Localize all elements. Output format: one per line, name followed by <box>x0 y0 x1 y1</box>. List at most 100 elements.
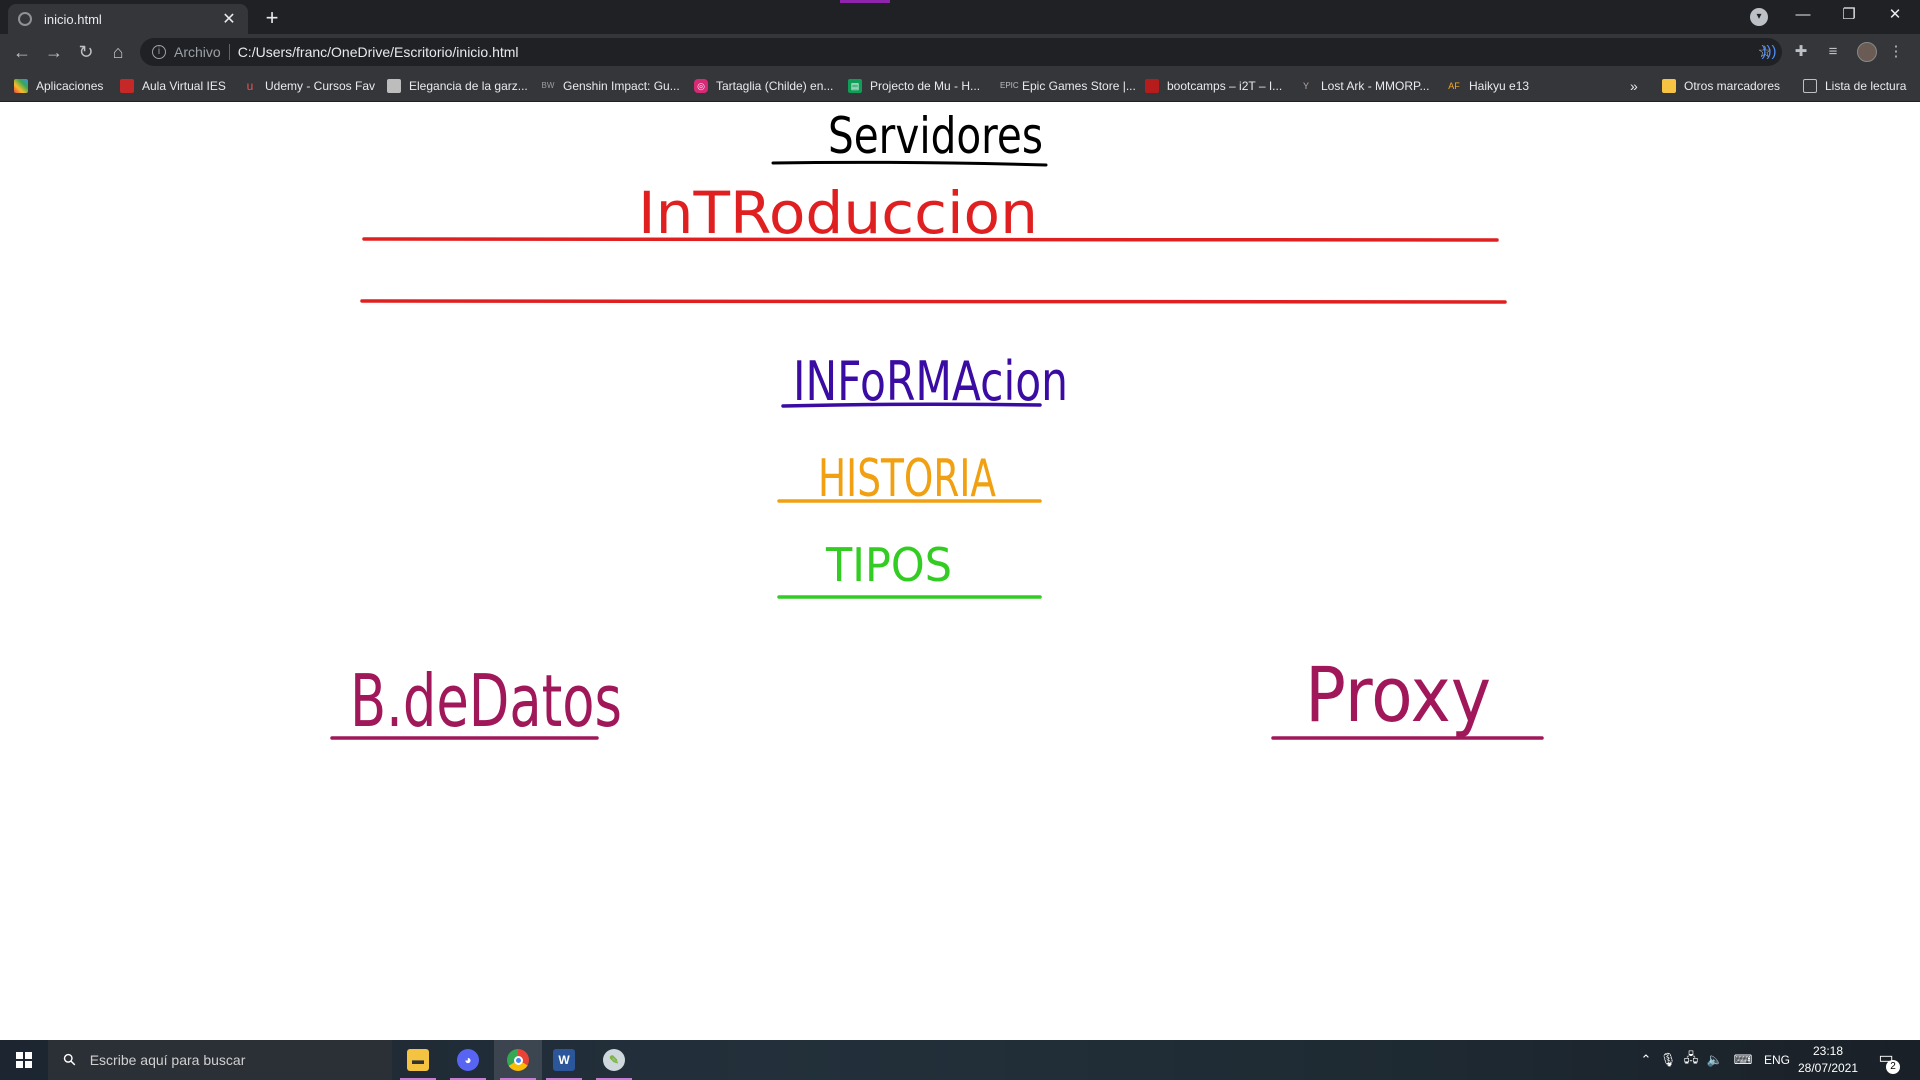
forward-arrow-icon[interactable]: → <box>40 38 68 66</box>
tab-title: inicio.html <box>44 11 102 27</box>
types-link[interactable]: TIPOS <box>825 538 952 592</box>
info-underline <box>781 402 1042 408</box>
bootcamp-icon <box>1145 79 1159 93</box>
search-icon: ⚲ <box>60 1050 81 1071</box>
browser-title-bar: inicio.html ✕ + ▾ — ❐ ✕ <box>0 0 1920 34</box>
clock-date: 28/07/2021 <box>1797 1061 1859 1075</box>
databases-link[interactable]: B.deDatos <box>350 659 622 743</box>
windows-taskbar: ⚲ Escribe aquí para buscar ▬ ◕ W ✎ ⌃ 🎙 🖧… <box>0 1040 1920 1080</box>
discord-icon: ◕ <box>457 1049 479 1071</box>
notifications-badge: 2 <box>1886 1060 1900 1074</box>
sheets-icon: ▤ <box>848 79 862 93</box>
word-button[interactable]: W <box>540 1040 588 1080</box>
bookmark-projecto-mu[interactable]: ▤ Projecto de Mu - H... <box>848 77 980 95</box>
intro-link[interactable]: InTRoduccion <box>638 179 1038 247</box>
back-arrow-icon[interactable]: ← <box>8 38 36 66</box>
profile-avatar[interactable] <box>1857 42 1877 62</box>
bookmark-haikyu[interactable]: AF Haikyu e13 <box>1447 77 1529 95</box>
network-icon[interactable]: 🖧 <box>1680 1040 1702 1080</box>
close-window-button[interactable]: ✕ <box>1872 0 1918 30</box>
bookmark-epic-games[interactable]: EPIC Epic Games Store |... <box>1000 77 1136 95</box>
start-button[interactable] <box>0 1040 48 1080</box>
word-icon: W <box>553 1049 575 1071</box>
minimize-button[interactable]: — <box>1780 0 1826 30</box>
epic-icon: EPIC <box>1000 81 1019 90</box>
reading-list-icon <box>1803 79 1817 93</box>
apps-grid-icon <box>14 79 28 93</box>
page-title: Servidores <box>828 107 1043 165</box>
tray-chevron-up-icon[interactable]: ⌃ <box>1636 1040 1656 1080</box>
lostark-icon: Y <box>1302 81 1309 91</box>
bookmarks-overflow-icon[interactable]: » <box>1630 77 1638 95</box>
bookmark-label: Aplicaciones <box>36 79 104 93</box>
bookmark-lost-ark[interactable]: Y Lost Ark - MMORP... <box>1299 77 1429 95</box>
bw-icon: BW <box>541 81 555 90</box>
intro-divider <box>360 299 1507 304</box>
tab-inicio[interactable]: inicio.html ✕ <box>8 4 248 34</box>
extensions-puzzle-icon[interactable]: ✚ <box>1791 42 1811 62</box>
bookmark-tartaglia[interactable]: ◎ Tartaglia (Childe) en... <box>694 77 833 95</box>
other-bookmarks-label: Otros marcadores <box>1684 79 1781 93</box>
proxy-link[interactable]: Proxy <box>1305 650 1491 739</box>
bookmark-label: Lost Ark - MMORP... <box>1321 79 1430 93</box>
search-placeholder: Escribe aquí para buscar <box>89 1052 246 1068</box>
taskbar-search[interactable]: ⚲ Escribe aquí para buscar <box>48 1040 392 1080</box>
windows-logo-icon <box>16 1052 32 1068</box>
bookmark-aplicaciones[interactable]: Aplicaciones <box>14 77 103 95</box>
reload-icon[interactable]: ↻ <box>72 38 100 66</box>
file-explorer-button[interactable]: ▬ <box>394 1040 442 1080</box>
restore-button[interactable]: ❐ <box>1826 0 1872 30</box>
reading-list-label: Lista de lectura <box>1825 79 1907 93</box>
intro-underline <box>362 237 1499 242</box>
new-tab-button[interactable]: + <box>258 4 286 32</box>
system-clock[interactable]: 23:18 28/07/2021 <box>1788 1043 1868 1077</box>
tab-close-icon[interactable]: ✕ <box>220 9 238 29</box>
discord-button[interactable]: ◕ <box>444 1040 492 1080</box>
paint-button[interactable]: ✎ <box>590 1040 638 1080</box>
volume-icon[interactable]: 🔈 <box>1704 1040 1726 1080</box>
bookmark-label: bootcamps – i2T – I... <box>1167 79 1283 93</box>
bookmark-udemy[interactable]: u Udemy - Cursos Fav <box>243 77 375 95</box>
menu-dots-icon[interactable]: ⋮ <box>1886 42 1906 62</box>
chrome-button[interactable] <box>494 1040 542 1080</box>
page-canvas: Servidores InTRoduccion INFoRMAcion HIST… <box>0 103 1920 1040</box>
address-url[interactable]: C:/Users/franc/OneDrive/Escritorio/inici… <box>238 44 519 60</box>
folder-icon <box>1662 79 1676 93</box>
udemy-icon: u <box>246 79 254 93</box>
bookmark-label: Aula Virtual IES <box>142 79 226 93</box>
media-queue-icon[interactable]: ≡ <box>1823 42 1843 62</box>
chrome-icon <box>507 1049 529 1071</box>
tab-search-icon[interactable]: ▾ <box>1750 8 1768 26</box>
bookmarks-bar: Aplicaciones Aula Virtual IES u Udemy - … <box>0 70 1920 102</box>
bookmark-elegancia[interactable]: Elegancia de la garz... <box>387 77 528 95</box>
extension-signal-icon[interactable]: ))) <box>1759 42 1779 62</box>
keyboard-icon[interactable]: ⌨ <box>1730 1040 1756 1080</box>
bookmark-label: Epic Games Store |... <box>1022 79 1136 93</box>
af-icon: AF <box>1448 81 1460 91</box>
drawing-svg: Servidores InTRoduccion INFoRMAcion HIST… <box>330 107 1544 743</box>
browser-toolbar: ← → ↻ ⌂ i Archivo C:/Users/franc/OneDriv… <box>0 34 1920 70</box>
bookmark-aula-virtual[interactable]: Aula Virtual IES <box>120 77 226 95</box>
bookmark-label: Tartaglia (Childe) en... <box>716 79 834 93</box>
address-bar[interactable]: i Archivo C:/Users/franc/OneDrive/Escrit… <box>140 38 1782 66</box>
microphone-icon[interactable]: 🎙 <box>1658 1040 1678 1080</box>
accent-mark <box>840 0 890 3</box>
image-icon <box>387 79 401 93</box>
other-bookmarks-folder[interactable]: Otros marcadores <box>1662 77 1780 95</box>
bookmark-label: Projecto de Mu - H... <box>870 79 981 93</box>
ies-icon <box>120 79 134 93</box>
bookmark-label: Elegancia de la garz... <box>409 79 528 93</box>
home-icon[interactable]: ⌂ <box>104 38 132 66</box>
bookmark-label: Genshin Impact: Gu... <box>563 79 680 93</box>
info-icon[interactable]: i <box>152 45 166 59</box>
instagram-icon: ◎ <box>694 79 708 93</box>
bookmark-genshin[interactable]: BW Genshin Impact: Gu... <box>541 77 680 95</box>
bookmark-bootcamps[interactable]: bootcamps – i2T – I... <box>1145 77 1282 95</box>
reading-list-button[interactable]: Lista de lectura <box>1803 77 1906 95</box>
bookmark-label: Udemy - Cursos Fav <box>265 79 376 93</box>
paint-icon: ✎ <box>603 1049 625 1071</box>
clock-time: 23:18 <box>1812 1044 1844 1058</box>
address-scheme: Archivo <box>174 44 230 60</box>
file-explorer-icon: ▬ <box>407 1049 429 1071</box>
bookmark-label: Haikyu e13 <box>1469 79 1530 93</box>
